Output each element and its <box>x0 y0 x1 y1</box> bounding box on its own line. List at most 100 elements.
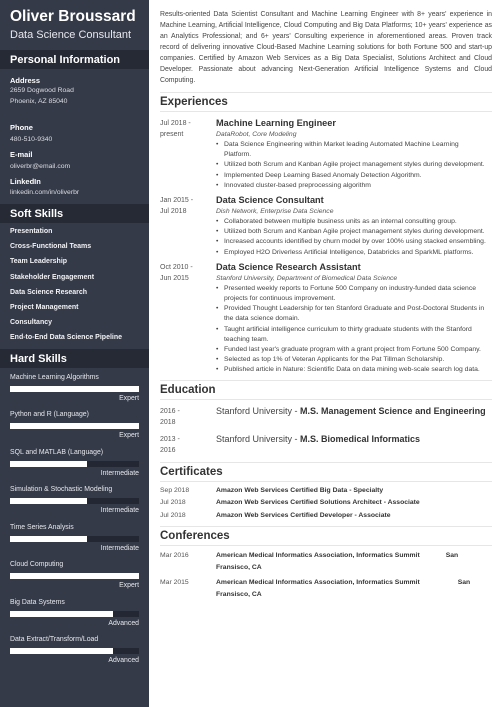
hard-skill-level: Expert <box>119 394 139 402</box>
hard-skill-item: Time Series Analysis Intermediate <box>10 524 139 562</box>
soft-skill-item: End-to-End Data Science Pipeline <box>10 334 123 342</box>
linkedin-value[interactable]: linkedin.com/in/oliverbr <box>10 187 139 198</box>
job-bullet: Utilized both Scrum and Kanban Agile pro… <box>216 227 492 237</box>
skill-bar-track <box>10 385 139 392</box>
date-end: Jun 2015 <box>160 274 189 282</box>
hard-skill-name: Time Series Analysis <box>10 523 74 531</box>
skill-bar-track <box>10 573 139 579</box>
hard-skills-list: Machine Learning Algorithms Expert Python … <box>0 368 149 674</box>
certificate-list: Sep 2018 Amazon Web Services Certified Bi… <box>160 485 492 523</box>
hard-skill-name: Machine Learning Algorithms <box>10 373 99 381</box>
certificate-name: Amazon Web Services Certified Developer … <box>216 511 391 519</box>
education-entry: 2016 - 2018 Stanford University - M.S. Man… <box>160 406 492 428</box>
hard-skill-name: Python and R (Language) <box>10 411 89 418</box>
certificate-date: Jul 2018 <box>160 511 186 519</box>
hard-skill-name: Big Data Systems <box>10 598 65 606</box>
phone-label: Phone <box>10 123 33 132</box>
divider <box>160 545 492 547</box>
job-title: Data Science Research Assistant <box>216 261 361 272</box>
divider <box>160 398 492 400</box>
phone-value: 480-510-9340 <box>10 136 53 143</box>
experience-body: Data Science Research Assistant Stanford … <box>216 262 492 376</box>
conference-location-state: Fransisco, CA <box>216 590 262 598</box>
skill-bar-fill <box>10 498 88 504</box>
job-bullet: Presented weekly reports to Fortune 500 … <box>216 284 492 304</box>
experience-date: Oct 2010 - Jun 2015 <box>160 262 216 376</box>
skill-bar-fill <box>10 423 139 429</box>
soft-skills-list: Presentation Cross-Functional Teams Team L… <box>0 223 149 349</box>
soft-skill-item: Cross-Functional Teams <box>10 243 92 251</box>
experience-date: Jul 2018 - present <box>160 118 216 191</box>
certificate-entry: Jul 2018 Amazon Web Services Certified De… <box>160 510 492 523</box>
hard-skill-name: Data Extract/Transform/Load <box>10 636 99 643</box>
hard-skill-item: Machine Learning Algorithms Expert <box>10 374 139 412</box>
address-line2: Phoenix, AZ 85040 <box>10 98 68 105</box>
skill-bar-fill <box>10 610 114 617</box>
soft-skills-heading: Soft Skills <box>0 204 149 223</box>
soft-skill-item: Project Management <box>10 303 79 311</box>
personal-info: Address 2659 Dogwood Road Phoenix, AZ 85… <box>0 76 149 198</box>
hard-skill-level: Intermediate <box>100 544 139 552</box>
school-name: Stanford University - <box>216 405 301 416</box>
job-bullet: Innovated cluster-based preprocessing al… <box>216 181 492 191</box>
conference-location-state: Fransisco, CA <box>216 563 262 571</box>
hard-skill-level: Advanced <box>108 619 139 627</box>
job-bullet: Taught artificial intelligence curriculu… <box>216 325 492 345</box>
experiences-heading: Experiences <box>160 96 228 108</box>
job-bullet: Selected as top 1% of Veteran Applicants… <box>216 355 492 365</box>
job-bullets: Collaborated between multiple business u… <box>216 217 492 258</box>
date-end: 2016 <box>160 446 176 454</box>
skill-bar-fill <box>10 535 88 542</box>
skill-bar-track <box>10 610 139 617</box>
certificate-entry: Sep 2018 Amazon Web Services Certified Bi… <box>160 485 492 498</box>
conference-name: American Medical Informatics Association… <box>216 577 492 600</box>
conference-entry: Mar 2015 American Medical Informatics Ass… <box>160 577 492 600</box>
date-end: 2018 <box>160 418 176 426</box>
skill-bar-track <box>10 460 139 467</box>
job-bullet: Employed H2O Driverless Artificial Intel… <box>216 248 492 258</box>
email-value[interactable]: oliverbr@email.com <box>10 161 139 172</box>
hard-skill-item: SQL and MATLAB (Language) Intermediate <box>10 449 139 487</box>
experience-date: Jan 2015 - Jul 2018 <box>160 195 216 258</box>
conference-title: American Medical Informatics Association… <box>216 579 420 587</box>
conference-location-city: San <box>457 579 471 587</box>
hard-skill-name: SQL and MATLAB (Language) <box>10 448 104 456</box>
candidate-role: Data Science Consultant <box>10 29 132 41</box>
job-bullet: Data Science Engineering within Market l… <box>216 140 492 160</box>
job-organization: Stanford University, Department of Biome… <box>216 274 398 282</box>
hard-skill-level: Intermediate <box>100 469 139 477</box>
job-bullet: Increased accounts identified by churn m… <box>216 237 492 247</box>
date-start: 2013 - <box>160 435 180 443</box>
education-text: Stanford University - M.S. Biomedical In… <box>216 434 420 456</box>
address-line1: 2659 Dogwood Road <box>10 87 74 94</box>
hard-skill-item: Simulation & Stochastic Modeling Intermed… <box>10 486 139 524</box>
job-bullets: Data Science Engineering within Market l… <box>216 140 492 191</box>
skill-bar-fill <box>10 648 114 654</box>
experience-entry: Jul 2018 - present Machine Learning Engine… <box>160 118 492 191</box>
education-entry: 2013 - 2016 Stanford University - M.S. Bio… <box>160 434 492 456</box>
job-bullet: Collaborated between multiple business u… <box>216 217 492 227</box>
conference-date: Mar 2016 <box>160 552 189 560</box>
divider <box>160 111 492 112</box>
job-title: Machine Learning Engineer <box>216 118 336 128</box>
job-bullet: Implemented Deep Learning Based Anomaly … <box>216 171 492 181</box>
hard-skill-item: Python and R (Language) Expert <box>10 411 139 449</box>
personal-info-heading: Personal Information <box>0 50 149 69</box>
hard-skill-name: Simulation & Stochastic Modeling <box>10 486 113 493</box>
candidate-name: Oliver Broussard <box>10 8 136 25</box>
job-bullet: Funded last year's graduate program with… <box>216 345 492 355</box>
experience-entry: Jan 2015 - Jul 2018 Data Science Consultan… <box>160 195 492 258</box>
hard-skill-level: Expert <box>119 432 139 439</box>
hard-skill-name: Cloud Computing <box>10 561 64 568</box>
skill-bar-track <box>10 535 139 542</box>
job-bullet: Utilized both Scrum and Kanban Agile pro… <box>216 160 492 170</box>
certificate-date: Jul 2018 <box>160 499 186 507</box>
certificates-heading: Certificates <box>160 465 223 478</box>
hard-skills-heading: Hard Skills <box>0 348 149 368</box>
date-end: Jul 2018 <box>160 208 187 216</box>
soft-skill-item: Data Science Research <box>10 288 88 296</box>
conference-name: American Medical Informatics Association… <box>216 550 492 573</box>
date-start: Oct 2010 - <box>160 263 193 271</box>
address-label: Address <box>10 76 41 85</box>
hard-skill-item: Cloud Computing Expert <box>10 561 139 599</box>
